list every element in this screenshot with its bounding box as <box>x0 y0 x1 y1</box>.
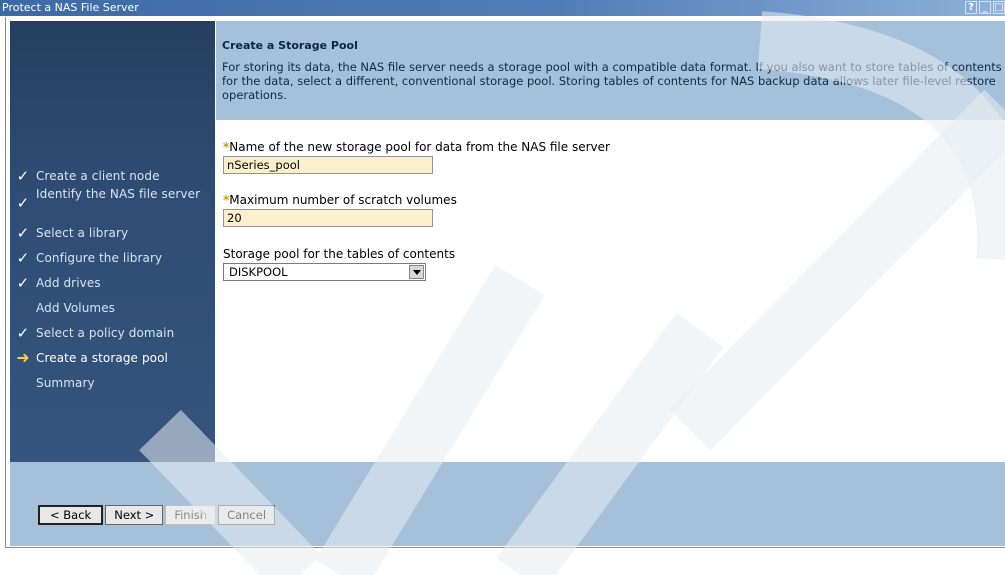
scratch-volumes-input[interactable] <box>223 209 433 227</box>
window-title: Protect a NAS File Server <box>2 1 139 14</box>
toc-pool-selected: DISKPOOL <box>229 265 288 279</box>
step-configure-library: ✓ Configure the library <box>10 245 215 270</box>
step-label: Summary <box>36 375 95 390</box>
step-add-volumes: Add Volumes <box>10 295 215 320</box>
step-identify-nas-server: ✓ Identify the NAS file server <box>10 188 215 220</box>
step-select-library: ✓ Select a library <box>10 220 215 245</box>
maximize-button[interactable]: □ <box>993 1 1005 14</box>
page-header: Create a Storage Pool For storing its da… <box>216 21 1005 120</box>
window-controls: ? _ □ <box>965 1 1005 14</box>
wizard-steps: ✓ Create a client node ✓ Identify the NA… <box>10 163 215 395</box>
toc-pool-label: Storage pool for the tables of contents <box>223 247 456 261</box>
scratch-volumes-group: *Maximum number of scratch volumes <box>223 193 457 227</box>
chevron-down-icon[interactable] <box>409 265 424 279</box>
step-label: Configure the library <box>36 250 163 265</box>
step-add-drives: ✓ Add drives <box>10 270 215 295</box>
cancel-button[interactable]: Cancel <box>218 505 276 525</box>
next-button[interactable]: Next > <box>105 505 164 525</box>
back-button[interactable]: < Back <box>38 505 104 525</box>
pool-name-input[interactable] <box>223 156 433 174</box>
step-create-client-node: ✓ Create a client node <box>10 163 215 188</box>
wizard-buttons: < Back Next > Finish Cancel <box>38 505 277 525</box>
help-button[interactable]: ? <box>965 1 977 14</box>
checkmark-icon: ✓ <box>16 323 30 342</box>
checkmark-icon: ✓ <box>16 194 30 212</box>
scratch-volumes-label: *Maximum number of scratch volumes <box>223 193 457 207</box>
wizard-footer: < Back Next > Finish Cancel <box>10 462 1005 546</box>
window-titlebar: Protect a NAS File Server ? _ □ <box>0 0 1005 16</box>
checkmark-icon: ✓ <box>16 273 30 292</box>
checkmark-icon: ✓ <box>16 248 30 267</box>
step-label: Select a policy domain <box>36 325 175 340</box>
finish-button: Finish <box>165 505 217 525</box>
arrow-right-icon: ➜ <box>16 348 30 367</box>
step-label: Create a client node <box>36 168 160 183</box>
toc-pool-select[interactable]: DISKPOOL <box>223 263 426 281</box>
minimize-button[interactable]: _ <box>979 1 991 14</box>
step-label: Create a storage pool <box>36 350 168 365</box>
checkmark-icon: ✓ <box>16 223 30 242</box>
page-title: Create a Storage Pool <box>222 39 358 52</box>
toc-pool-group: Storage pool for the tables of contents … <box>223 247 455 281</box>
step-label: Select a library <box>36 225 129 240</box>
step-create-storage-pool: ➜ Create a storage pool <box>10 345 215 370</box>
checkmark-icon: ✓ <box>16 166 30 185</box>
pool-name-label: *Name of the new storage pool for data f… <box>223 140 610 154</box>
page-description: For storing its data, the NAS file serve… <box>222 60 1002 102</box>
step-summary: Summary <box>10 370 215 395</box>
step-label: Add drives <box>36 275 101 290</box>
step-select-policy-domain: ✓ Select a policy domain <box>10 320 215 345</box>
step-label: Add Volumes <box>36 300 116 315</box>
step-label: Identify the NAS file server <box>36 187 201 201</box>
wizard-sidebar: ✓ Create a client node ✓ Identify the NA… <box>10 21 215 462</box>
pool-name-group: *Name of the new storage pool for data f… <box>223 140 610 174</box>
